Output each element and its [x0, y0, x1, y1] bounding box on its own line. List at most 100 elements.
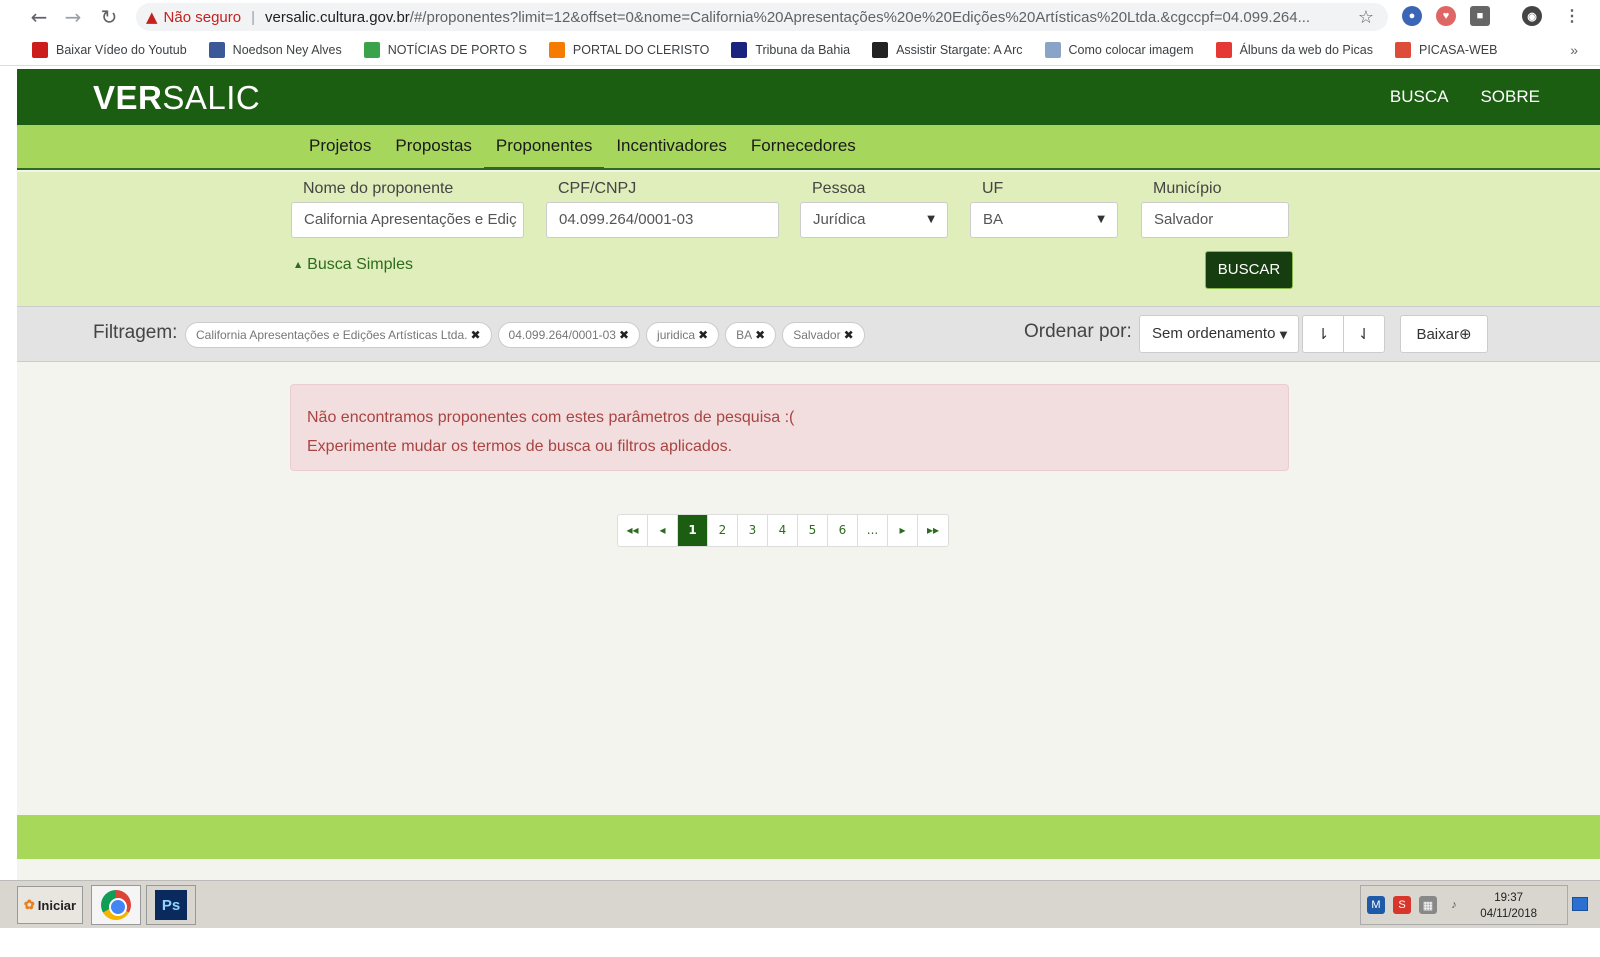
taskbar-chrome[interactable]	[91, 885, 141, 925]
pessoa-label: Pessoa	[812, 180, 866, 197]
versalic-logo[interactable]: VERSALIC	[93, 79, 260, 117]
chip-label: BA	[736, 328, 753, 342]
bookmarks-bar: Baixar Vídeo do Youtub Noedson Ney Alves N…	[0, 34, 1600, 66]
bookmark-item[interactable]: Álbuns da web do Picas	[1215, 41, 1373, 58]
page-3-button[interactable]: 3	[738, 515, 768, 546]
tab-propostas[interactable]: Propostas	[383, 125, 484, 170]
extension-camera-icon[interactable]: ■	[1470, 6, 1490, 26]
url-text[interactable]: versalic.cultura.gov.br/#/proponentes?li…	[265, 9, 1310, 26]
first-page-button[interactable]: ◂◂	[618, 515, 648, 546]
buscar-button[interactable]: BUSCAR	[1205, 251, 1293, 289]
chrome-menu-icon[interactable]: ⋮	[1562, 6, 1582, 26]
last-page-button[interactable]: ▸▸	[918, 515, 948, 546]
bookmark-item[interactable]: Assistir Stargate: A Arc	[872, 41, 1023, 58]
header-link-busca[interactable]: BUSCA	[1390, 87, 1449, 107]
close-icon[interactable]: ✖	[470, 328, 480, 342]
reload-button[interactable]: ↻	[92, 0, 126, 34]
network-icon[interactable]: ▦	[1419, 896, 1437, 914]
bookmarks-more-button[interactable]: »	[1570, 42, 1578, 58]
page-5-button[interactable]: 5	[798, 515, 828, 546]
start-label: Iniciar	[37, 897, 77, 913]
filter-chip-municipio[interactable]: Salvador ✖	[782, 322, 865, 348]
pagination: ◂◂ ◂ 1 2 3 4 5 6 ... ▸ ▸▸	[617, 514, 949, 547]
bookmark-label: PICASA-WEB	[1418, 42, 1498, 57]
pessoa-select[interactable]: Jurídica ▼	[800, 202, 948, 238]
browser-toolbar: ← → ↻ ▲ Não seguro | versalic.cultura.go…	[0, 0, 1600, 34]
globe-icon	[363, 41, 380, 58]
close-icon[interactable]: ✖	[698, 328, 708, 342]
prev-page-button[interactable]: ◂	[648, 515, 678, 546]
extension-owl-icon[interactable]: ◉	[1522, 6, 1542, 26]
bookmark-item[interactable]: NOTÍCIAS DE PORTO S	[363, 41, 527, 58]
forward-button[interactable]: →	[56, 0, 90, 34]
security-label[interactable]: Não seguro	[164, 9, 242, 26]
sort-descending-icon[interactable]: ⇃	[1343, 315, 1385, 353]
header-link-sobre[interactable]: SOBRE	[1480, 87, 1540, 107]
bookmark-item[interactable]: PORTAL DO CLERISTO	[548, 41, 709, 58]
caret-down-icon: ▼	[1279, 330, 1288, 341]
extension-icons: ● ♥ ■ ◉ ⋮	[1402, 6, 1582, 26]
antivirus-icon[interactable]: S	[1393, 896, 1411, 914]
bookmark-label: Noedson Ney Alves	[232, 42, 342, 57]
page-6-button[interactable]: 6	[828, 515, 858, 546]
page-4-button[interactable]: 4	[768, 515, 798, 546]
youtube-icon	[32, 41, 48, 58]
tab-proponentes[interactable]: Proponentes	[483, 125, 605, 170]
malwarebytes-icon[interactable]: M	[1367, 896, 1385, 914]
chevron-down-icon: ▼	[1097, 214, 1105, 225]
bookmark-item[interactable]: Baixar Vídeo do Youtub	[32, 41, 187, 58]
photoshop-icon: Ps	[155, 890, 187, 920]
volume-icon[interactable]: ♪	[1445, 896, 1463, 914]
address-bar[interactable]: ▲ Não seguro | versalic.cultura.gov.br/#…	[136, 3, 1388, 31]
cpf-input[interactable]: 04.099.264/0001-03	[546, 202, 779, 238]
clock[interactable]: 19:37 04/11/2018	[1480, 890, 1537, 922]
page-1-button[interactable]: 1	[678, 515, 708, 546]
ordenar-label: Ordenar por:	[1024, 321, 1132, 342]
nome-input[interactable]: California Apresentações e Ediç	[291, 202, 524, 238]
bookmark-star-icon[interactable]: ☆	[1358, 7, 1374, 28]
bookmark-item[interactable]: PICASA-WEB	[1394, 41, 1498, 58]
busca-simples-link[interactable]: ▲ Busca Simples	[295, 256, 413, 274]
filter-chip-cpf[interactable]: 04.099.264/0001-03 ✖	[497, 322, 641, 348]
bookmark-item[interactable]: Tribuna da Bahia	[731, 41, 850, 58]
baixar-button[interactable]: Baixar⊕	[1400, 315, 1488, 353]
close-icon[interactable]: ✖	[755, 328, 765, 342]
extension-blue-icon[interactable]: ●	[1402, 6, 1422, 26]
bookmark-item[interactable]: Como colocar imagem	[1044, 41, 1194, 58]
start-button[interactable]: ✿ Iniciar	[17, 886, 83, 924]
filter-chip-uf[interactable]: BA ✖	[725, 322, 777, 348]
close-icon[interactable]: ✖	[619, 328, 629, 342]
tab-incentivadores[interactable]: Incentivadores	[604, 125, 739, 170]
nome-field-group: Nome do proponente California Apresentaç…	[291, 180, 524, 238]
alert-line-2: Experimente mudar os termos de busca ou …	[307, 438, 733, 455]
bookmark-label: NOTÍCIAS DE PORTO S	[387, 42, 527, 57]
system-tray: M S ▦ ♪ 19:37 04/11/2018	[1360, 885, 1568, 925]
site-header: VERSALIC BUSCA SOBRE	[17, 69, 1600, 125]
warning-icon: ▲	[146, 8, 158, 26]
uf-label: UF	[982, 180, 1004, 197]
municipio-input[interactable]: Salvador	[1141, 202, 1289, 238]
facebook-icon	[208, 41, 225, 58]
filter-chip-nome[interactable]: California Apresentações e Edições Artís…	[185, 322, 492, 348]
cpf-label: CPF/CNPJ	[558, 180, 637, 197]
pessoa-field-group: Pessoa Jurídica ▼	[800, 180, 948, 238]
sort-select[interactable]: Sem ordenamento ▼	[1139, 315, 1299, 353]
taskbar-photoshop[interactable]: Ps	[146, 885, 196, 925]
header-links: BUSCA SOBRE	[1390, 87, 1540, 107]
close-icon[interactable]: ✖	[844, 328, 854, 342]
bottom-strip	[0, 928, 1600, 957]
tab-projetos[interactable]: Projetos	[297, 125, 383, 170]
next-page-button[interactable]: ▸	[888, 515, 918, 546]
sort-ascending-icon[interactable]: ⇂	[1302, 315, 1344, 353]
page-2-button[interactable]: 2	[708, 515, 738, 546]
bookmark-item[interactable]: Noedson Ney Alves	[208, 41, 342, 58]
filter-chip-pessoa[interactable]: juridica ✖	[646, 322, 720, 348]
back-button[interactable]: ←	[22, 0, 56, 34]
url-host: versalic.cultura.gov.br	[265, 8, 410, 26]
uf-select[interactable]: BA ▼	[970, 202, 1118, 238]
tab-fornecedores[interactable]: Fornecedores	[739, 125, 868, 170]
logo-light: SALIC	[162, 79, 261, 116]
chrome-icon	[101, 890, 131, 920]
extension-red-icon[interactable]: ♥	[1436, 6, 1456, 26]
show-desktop-button[interactable]	[1572, 897, 1588, 911]
